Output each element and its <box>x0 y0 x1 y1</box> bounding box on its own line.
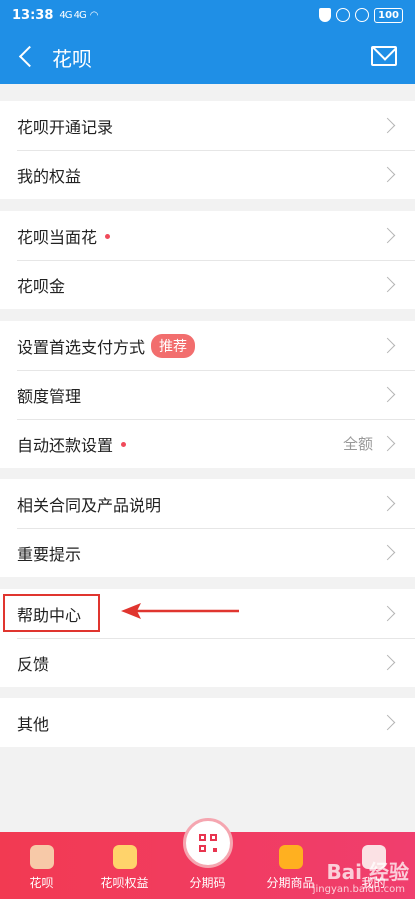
tab-benefits[interactable]: 花呗权益 <box>83 832 166 899</box>
chevron-right-icon <box>379 166 396 183</box>
notification-dot <box>121 442 127 447</box>
lock-icon <box>336 8 351 22</box>
menu-item-label: 相关合同及产品说明 <box>17 495 162 515</box>
menu-item-label: 花呗金 <box>17 276 66 296</box>
nav-bar: 花呗 <box>0 30 415 84</box>
chevron-right-icon <box>379 495 396 512</box>
page-title: 花呗 <box>52 46 92 71</box>
tab-huabei[interactable]: 花呗 <box>0 832 83 899</box>
menu-item-auto-repay[interactable]: 自动还款设置 全额 <box>0 419 415 468</box>
chevron-right-icon <box>379 605 396 622</box>
chevron-right-icon <box>379 714 396 731</box>
menu-item-preferred-payment[interactable]: 设置首选支付方式 推荐 <box>0 321 415 370</box>
back-icon[interactable] <box>8 30 48 84</box>
menu-item-other[interactable]: 其他 <box>0 698 415 747</box>
chevron-right-icon <box>379 227 396 244</box>
settings-group-2: 花呗当面花 花呗金 <box>0 211 415 309</box>
tab-label: 花呗 <box>29 876 54 890</box>
chevron-right-icon <box>379 435 396 452</box>
menu-item-feedback[interactable]: 反馈 <box>0 638 415 687</box>
battery-icon: 100 <box>374 7 403 23</box>
settings-group-4: 相关合同及产品说明 重要提示 <box>0 479 415 577</box>
signal-icon: 4G 4G <box>59 9 86 21</box>
menu-item-my-benefits[interactable]: 我的权益 <box>0 150 415 199</box>
menu-item-label: 花呗当面花 <box>17 227 98 247</box>
menu-item-label: 自动还款设置 <box>17 435 114 455</box>
menu-item-open-record[interactable]: 花呗开通记录 <box>0 101 415 150</box>
shield-icon <box>319 8 332 22</box>
tab-label: 花呗权益 <box>100 876 149 890</box>
menu-item-label: 设置首选支付方式 <box>17 337 146 357</box>
chevron-right-icon <box>379 276 396 293</box>
menu-item-label: 其他 <box>17 714 50 734</box>
settings-group-1: 花呗开通记录 我的权益 <box>0 101 415 199</box>
annotation-arrow-icon <box>121 603 239 619</box>
menu-item-label: 额度管理 <box>17 386 82 406</box>
auto-repay-value: 全额 <box>342 435 373 453</box>
benefits-tab-icon <box>112 845 137 869</box>
menu-item-face-to-face[interactable]: 花呗当面花 <box>0 211 415 260</box>
settings-group-3: 设置首选支付方式 推荐 额度管理 自动还款设置 全额 <box>0 321 415 468</box>
watermark-url: jingyan.baidu.com <box>312 884 405 895</box>
chevron-right-icon <box>379 544 396 561</box>
recommend-badge: 推荐 <box>151 333 196 358</box>
settings-group-6: 其他 <box>0 698 415 747</box>
chevron-right-icon <box>379 386 396 403</box>
chevron-right-icon <box>379 654 396 671</box>
menu-item-contracts[interactable]: 相关合同及产品说明 <box>0 479 415 528</box>
watermark: Bai 经验 <box>326 860 409 884</box>
status-time: 13:38 <box>12 7 54 23</box>
chevron-right-icon <box>379 337 396 354</box>
wifi-icon: ◠ <box>89 9 99 21</box>
menu-item-credit-limit[interactable]: 额度管理 <box>0 370 415 419</box>
menu-item-label: 我的权益 <box>17 166 82 186</box>
tab-label: 分期码 <box>189 876 226 890</box>
status-bar: 13:38 4G 4G ◠ 100 <box>0 0 415 30</box>
shopping-bag-icon <box>278 845 303 869</box>
menu-item-label: 反馈 <box>17 654 50 674</box>
tab-label: 分期商品 <box>266 876 315 890</box>
qr-code-icon <box>199 834 217 852</box>
chevron-right-icon <box>379 117 396 134</box>
menu-item-huabei-gold[interactable]: 花呗金 <box>0 260 415 309</box>
huabei-tab-icon <box>29 845 54 869</box>
mail-icon[interactable] <box>371 46 397 66</box>
annotation-highlight-box <box>3 594 100 632</box>
menu-item-important-notice[interactable]: 重要提示 <box>0 528 415 577</box>
notification-dot <box>105 234 111 239</box>
alarm-icon <box>355 8 370 22</box>
menu-item-label: 花呗开通记录 <box>17 117 114 137</box>
installment-code-button[interactable] <box>183 818 233 868</box>
menu-item-label: 重要提示 <box>17 544 82 564</box>
